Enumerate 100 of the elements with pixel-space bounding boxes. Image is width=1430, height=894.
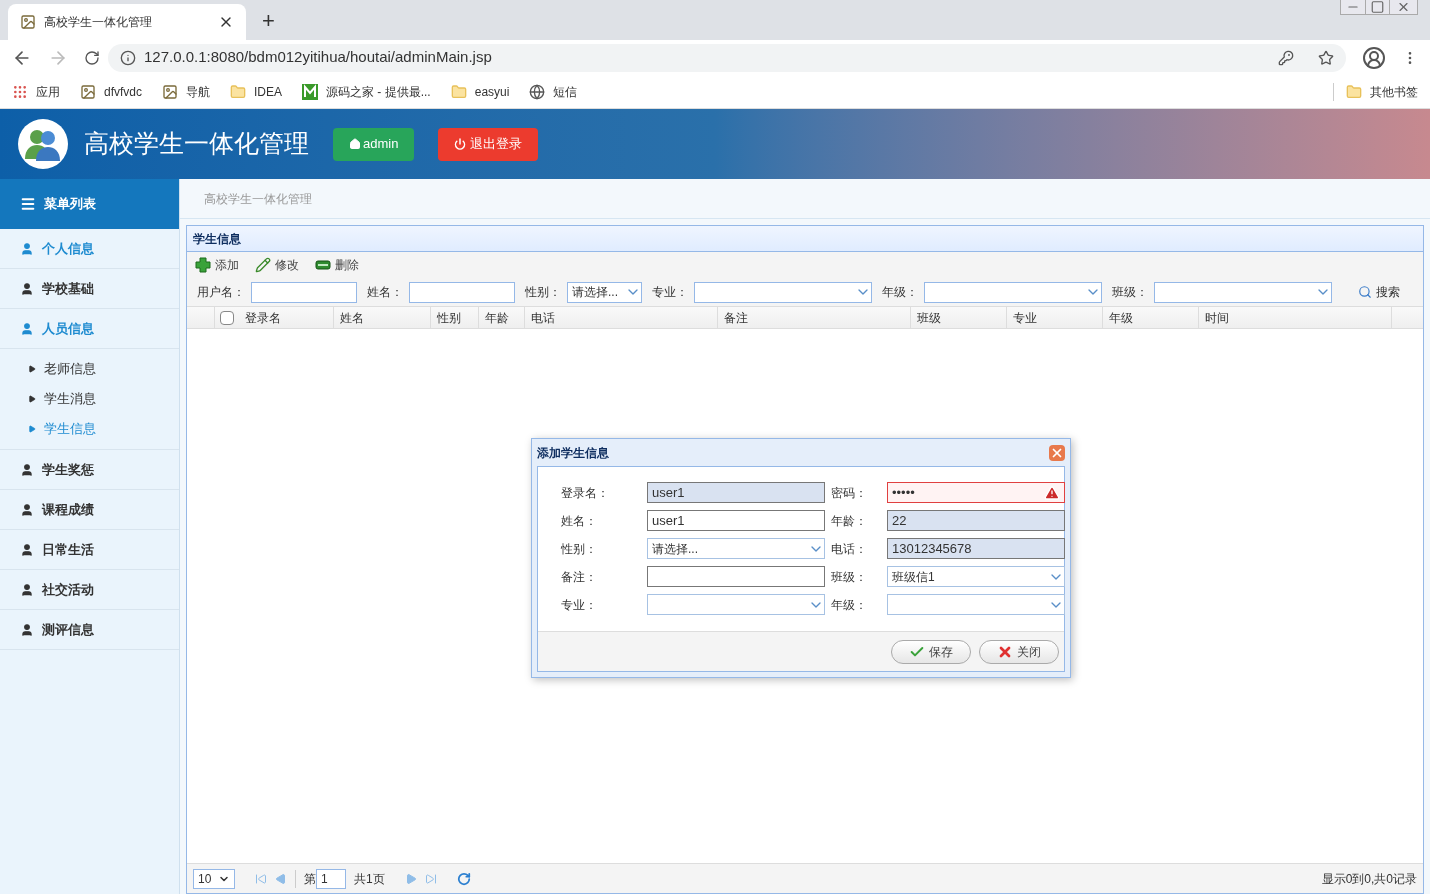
logout-button[interactable]: 退出登录 <box>438 127 539 161</box>
triangle-icon <box>28 395 36 403</box>
field-label: 年级： <box>831 596 868 614</box>
sidebar-subitem[interactable]: 老师信息 <box>0 354 179 384</box>
bookmark[interactable]: 导航 <box>162 82 210 101</box>
refresh-icon[interactable] <box>456 871 471 886</box>
triangle-icon <box>28 365 36 373</box>
bookmark[interactable]: 源码之家 - 提供最... <box>302 82 431 101</box>
first-page-icon[interactable] <box>255 872 267 885</box>
globe-icon <box>529 83 546 100</box>
filter-dropdown[interactable] <box>1154 281 1332 303</box>
sidebar-subitem[interactable]: 学生信息 <box>0 414 179 444</box>
bookmark[interactable]: 短信 <box>529 82 578 101</box>
input-field[interactable]: user1 <box>647 482 825 503</box>
dialog-button[interactable]: 保存 <box>891 639 971 664</box>
folder-icon <box>1346 83 1362 100</box>
column-header[interactable]: 时间 <box>1199 307 1392 328</box>
sidebar-item[interactable]: 学校基础 <box>0 269 179 309</box>
image-icon <box>20 14 36 30</box>
input-field[interactable]: user1 <box>647 510 825 531</box>
filter-field[interactable] <box>409 281 515 303</box>
search-button[interactable]: 搜索 <box>1358 283 1400 301</box>
input-field[interactable] <box>647 566 825 587</box>
sidebar-item[interactable]: 日常生活 <box>0 530 179 570</box>
field-label: 年龄： <box>831 512 868 530</box>
dropdown-field[interactable]: 请选择... <box>647 538 825 559</box>
sidebar-item[interactable]: 社交活动 <box>0 570 179 610</box>
filter-dropdown[interactable]: 请选择... <box>567 281 642 303</box>
input-field[interactable]: 13012345678 <box>887 538 1065 559</box>
page-total: 共1页 <box>354 870 385 888</box>
dropdown-field[interactable] <box>887 594 1065 615</box>
column-header[interactable]: 年龄 <box>479 307 525 328</box>
bookmark[interactable]: 其他书签 <box>1333 82 1418 101</box>
column-header[interactable]: 性别 <box>431 307 479 328</box>
user-icon <box>20 321 34 336</box>
info-icon <box>120 49 136 66</box>
column-header[interactable]: 年级 <box>1103 307 1199 328</box>
sidebar-item[interactable]: 学生奖惩 <box>0 450 179 490</box>
field-label: 电话： <box>831 540 868 558</box>
star-icon[interactable] <box>1318 49 1334 66</box>
user-icon <box>20 622 34 637</box>
filter-label: 班级： <box>1112 284 1148 301</box>
folder-icon <box>450 83 467 100</box>
m-logo-icon <box>302 83 319 100</box>
dropdown-field[interactable] <box>647 594 825 615</box>
field-label: 专业： <box>561 596 598 614</box>
profile-icon[interactable] <box>1362 45 1386 70</box>
column-header[interactable]: 登录名 <box>239 307 334 328</box>
apps-icon <box>12 83 28 100</box>
minus-icon <box>315 259 331 271</box>
checkbox[interactable] <box>220 310 234 325</box>
column-header[interactable]: 专业 <box>1007 307 1103 328</box>
sidebar-item[interactable]: 课程成绩 <box>0 490 179 530</box>
bookmark[interactable]: IDEA <box>230 82 283 101</box>
bookmark[interactable]: 应用 <box>12 82 60 101</box>
sidebar-title: 菜单列表 <box>44 195 96 214</box>
sidebar-subitem[interactable]: 学生消息 <box>0 384 179 414</box>
filter-dropdown[interactable] <box>694 281 872 303</box>
bookmark[interactable]: dfvfvdc <box>80 82 142 101</box>
column-header[interactable]: 班级 <box>911 307 1007 328</box>
previous-page-icon[interactable] <box>275 872 287 885</box>
user-icon <box>20 462 34 477</box>
sidebar-item[interactable]: 测评信息 <box>0 610 179 650</box>
toolbar-button[interactable]: 修改 <box>255 256 299 274</box>
user-icon <box>20 241 34 256</box>
page-field[interactable]: 1 <box>316 868 346 889</box>
column-header[interactable]: 姓名 <box>334 307 431 328</box>
filter-label: 专业： <box>652 284 688 301</box>
column-header[interactable]: 电话 <box>525 307 718 328</box>
filter-dropdown[interactable] <box>924 281 1102 303</box>
toolbar-button[interactable]: 添加 <box>195 256 239 274</box>
panel-title: 学生信息 <box>193 230 241 248</box>
bookmark[interactable]: easyui <box>450 82 510 101</box>
new-tab-button[interactable]: + <box>262 10 275 32</box>
folder-icon <box>230 83 246 100</box>
page-size-select[interactable]: 10 <box>193 868 235 889</box>
browser-tab[interactable]: 高校学生一体化管理 <box>8 4 246 40</box>
field-label: 姓名： <box>561 512 598 530</box>
search-icon <box>1358 285 1372 299</box>
last-page-icon[interactable] <box>424 872 437 885</box>
toolbar-button[interactable]: 删除 <box>315 256 359 274</box>
input-field[interactable]: ••••• <box>887 482 1065 503</box>
plus-icon <box>195 257 211 273</box>
dialog-title: 添加学生信息 <box>537 444 609 462</box>
next-page-icon[interactable] <box>404 872 417 885</box>
column-header[interactable]: 备注 <box>718 307 911 328</box>
reload-icon[interactable] <box>84 49 100 66</box>
input-field[interactable]: 22 <box>887 510 1065 531</box>
users-logo-icon <box>18 119 68 169</box>
filter-label: 年级： <box>882 284 918 301</box>
field-label: 登录名： <box>561 484 610 502</box>
key-icon[interactable] <box>1278 49 1294 66</box>
image-icon <box>80 83 96 100</box>
filter-field[interactable] <box>251 281 357 303</box>
address-bar[interactable]: 127.0.0.1:8080/bdm012yitihua/houtai/adminMain.jsp <box>108 43 1346 72</box>
field-label: 班级： <box>831 568 868 586</box>
dialog-button[interactable]: 关闭 <box>979 639 1059 664</box>
breadcrumb: 高校学生一体化管理 <box>204 190 312 208</box>
dropdown-field[interactable]: 班级信1 <box>887 566 1065 587</box>
filter-label: 姓名： <box>367 284 403 301</box>
